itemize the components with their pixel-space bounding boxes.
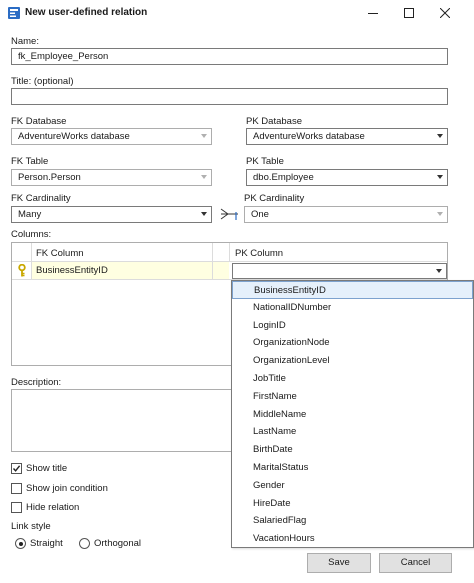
checkbox-box — [11, 502, 22, 513]
cancel-button[interactable]: Cancel — [379, 553, 452, 573]
pk-cardinality-label: PK Cardinality — [244, 193, 305, 204]
check-icon — [12, 465, 21, 472]
chevron-down-icon — [437, 134, 443, 138]
pk-table-value: dbo.Employee — [253, 172, 314, 183]
fk-column-value: BusinessEntityID — [36, 265, 108, 276]
app-icon — [7, 6, 21, 20]
chevron-down-icon — [437, 175, 443, 179]
close-button[interactable] — [428, 0, 462, 26]
fk-table-label: FK Table — [11, 156, 49, 167]
pk-column-select[interactable] — [232, 263, 447, 279]
show-title-label: Show title — [26, 463, 68, 474]
hide-relation-checkbox[interactable]: Hide relation — [11, 501, 79, 514]
dropdown-option[interactable]: MaritalStatus — [232, 459, 473, 477]
dropdown-option[interactable]: BirthDate — [232, 441, 473, 459]
columns-label: Columns: — [11, 229, 52, 240]
pk-table-label: PK Table — [246, 156, 284, 167]
fk-cardinality-value: Many — [18, 209, 42, 220]
radio-circle — [15, 538, 26, 549]
description-textarea[interactable] — [11, 389, 233, 452]
title-label: Title: (optional) — [11, 76, 74, 87]
straight-radio[interactable]: Straight — [15, 537, 63, 550]
dropdown-option[interactable]: LoginID — [232, 317, 473, 335]
maximize-icon — [404, 8, 414, 18]
pk-table-select[interactable]: dbo.Employee — [246, 169, 448, 186]
title-input[interactable] — [11, 88, 448, 105]
maximize-button[interactable] — [392, 0, 426, 26]
fk-database-select[interactable]: AdventureWorks database — [11, 128, 212, 145]
chevron-down-icon — [201, 175, 207, 179]
dropdown-option[interactable]: NationalIDNumber — [232, 299, 473, 317]
dropdown-option[interactable]: SalariedFlag — [232, 512, 473, 530]
dropdown-option[interactable]: VacationHours — [232, 530, 473, 548]
pk-cardinality-select[interactable]: One — [244, 206, 448, 223]
name-input[interactable]: fk_Employee_Person — [11, 48, 448, 65]
grid-header-pk-column: PK Column — [235, 248, 284, 259]
dropdown-option[interactable]: HireDate — [232, 495, 473, 513]
pk-column-dropdown-list[interactable]: BusinessEntityID NationalIDNumber LoginI… — [231, 280, 474, 548]
dropdown-option[interactable]: Gender — [232, 477, 473, 495]
grid-header-fk-column: FK Column — [36, 248, 84, 259]
minimize-icon — [368, 13, 378, 14]
show-title-checkbox[interactable]: Show title — [11, 462, 67, 475]
fk-database-value: AdventureWorks database — [18, 131, 130, 142]
dropdown-option[interactable]: OrganizationLevel — [232, 352, 473, 370]
fk-cardinality-label: FK Cardinality — [11, 193, 71, 204]
orthogonal-radio[interactable]: Orthogonal — [79, 537, 141, 550]
checkbox-box — [11, 463, 22, 474]
chevron-down-icon — [437, 212, 443, 216]
table-row[interactable]: BusinessEntityID — [12, 262, 447, 280]
minimize-button[interactable] — [356, 0, 390, 26]
checkbox-box — [11, 483, 22, 494]
grid-header: FK Column PK Column — [12, 243, 447, 262]
save-button[interactable]: Save — [307, 553, 371, 573]
straight-label: Straight — [30, 538, 63, 549]
dropdown-option[interactable]: FirstName — [232, 388, 473, 406]
pk-cardinality-value: One — [251, 209, 269, 220]
dropdown-option[interactable]: JobTitle — [232, 370, 473, 388]
chevron-down-icon — [201, 134, 207, 138]
link-style-label: Link style — [11, 521, 51, 532]
show-join-condition-checkbox[interactable]: Show join condition — [11, 482, 108, 495]
fk-cardinality-select[interactable]: Many — [11, 206, 212, 223]
radio-circle — [79, 538, 90, 549]
fk-table-select[interactable]: Person.Person — [11, 169, 212, 186]
hide-relation-label: Hide relation — [26, 502, 80, 513]
title-bar: New user-defined relation — [0, 0, 474, 26]
pk-database-select[interactable]: AdventureWorks database — [246, 128, 448, 145]
dropdown-option[interactable]: LastName — [232, 423, 473, 441]
pk-database-value: AdventureWorks database — [253, 131, 365, 142]
dropdown-option[interactable]: BusinessEntityID — [232, 281, 473, 299]
chevron-down-icon — [201, 212, 207, 216]
relation-connector-icon — [219, 207, 241, 223]
name-label: Name: — [11, 36, 39, 47]
dropdown-option[interactable]: OrganizationNode — [232, 334, 473, 352]
key-icon — [12, 262, 31, 279]
close-icon — [440, 8, 450, 18]
orthogonal-label: Orthogonal — [94, 538, 142, 549]
fk-database-label: FK Database — [11, 116, 67, 127]
window-title: New user-defined relation — [25, 7, 148, 18]
show-join-condition-label: Show join condition — [26, 483, 108, 494]
chevron-down-icon — [436, 269, 442, 273]
pk-database-label: PK Database — [246, 116, 302, 127]
dropdown-option[interactable]: MiddleName — [232, 406, 473, 424]
fk-table-value: Person.Person — [18, 172, 81, 183]
description-label: Description: — [11, 377, 62, 388]
fk-column-cell[interactable]: BusinessEntityID — [32, 262, 212, 279]
